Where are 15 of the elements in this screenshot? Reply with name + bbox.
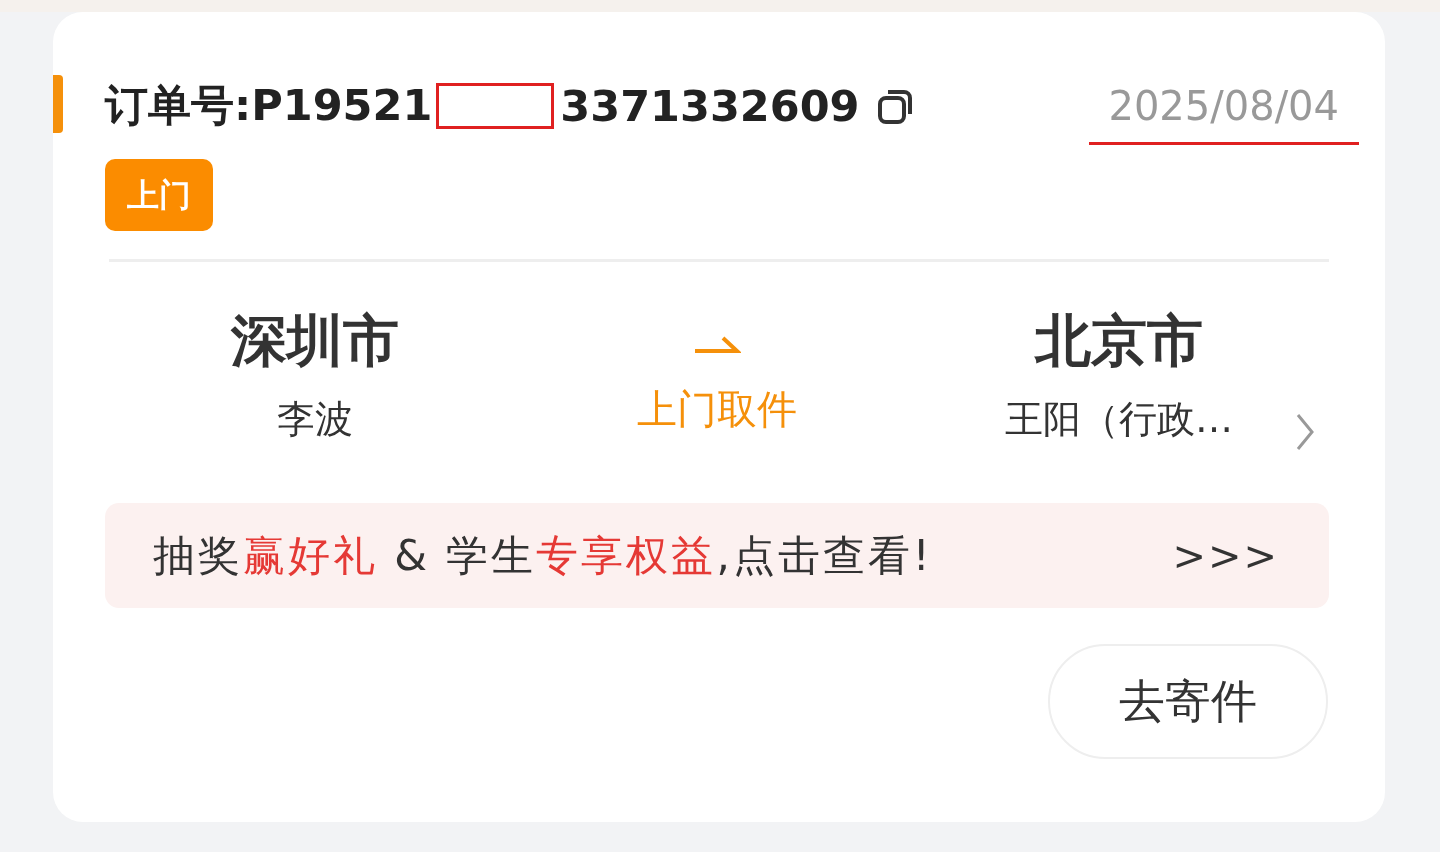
sender-name: 李波 — [277, 396, 353, 443]
send-button[interactable]: 去寄件 — [1048, 644, 1328, 759]
more-link[interactable]: >>> — [1172, 532, 1279, 579]
accent-bar — [53, 75, 63, 133]
service-label: 上门取件 — [637, 385, 797, 434]
recipient-name: 王阳（行政… — [1005, 396, 1233, 443]
promo-text: 抽奖赢好礼 & 学生专享权益,点击查看! — [153, 529, 933, 582]
order-number: 订单号:P19521 — [105, 79, 433, 132]
destination-city: 北京市 — [1035, 307, 1203, 375]
order-date: 2025/08/04 — [1107, 82, 1340, 131]
promo-banner[interactable]: 抽奖赢好礼 & 学生专享权益,点击查看! >>> — [105, 503, 1329, 608]
chevron-icon[interactable] — [1295, 412, 1315, 452]
origin-city: 深圳市 — [231, 307, 399, 375]
service-tag: 上门 — [105, 159, 213, 231]
order-number: 3371332609 — [560, 81, 860, 131]
